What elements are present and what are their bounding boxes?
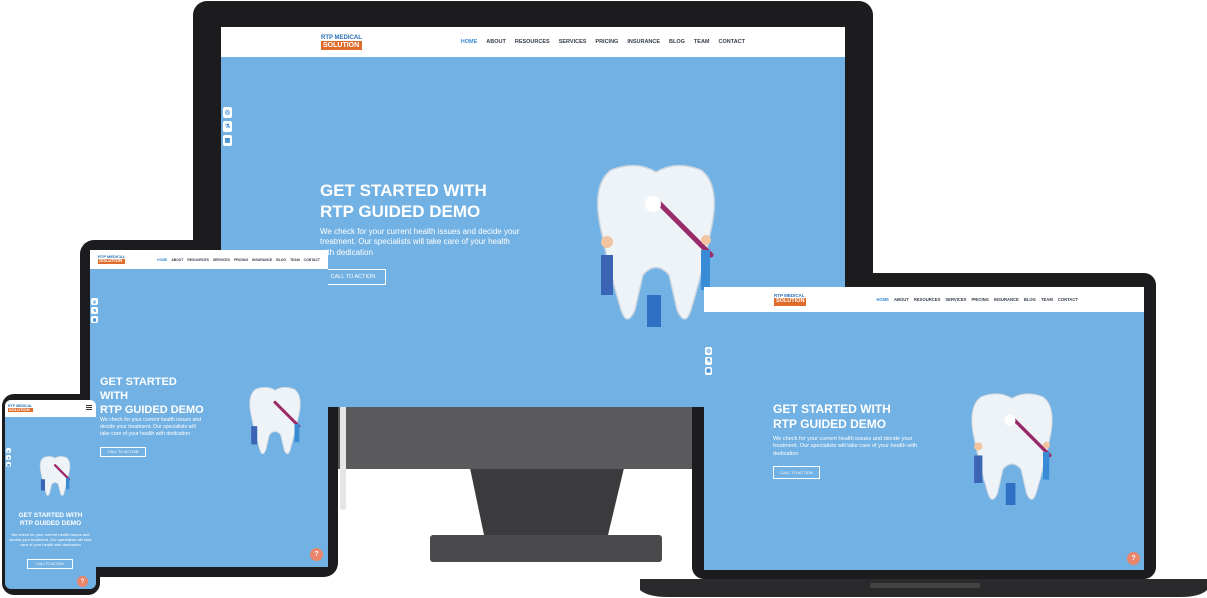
- calendar-icon[interactable]: ▦: [6, 462, 11, 467]
- flask-icon[interactable]: ⚗: [6, 455, 11, 460]
- desktop-side-icons: ◎ ⚗ ▦: [223, 107, 232, 146]
- nav-about[interactable]: ABOUT: [894, 297, 909, 302]
- tablet-hero-title: GET STARTED WITH RTP GUIDED DEMO: [100, 376, 204, 417]
- laptop-help-button[interactable]: ?: [1127, 552, 1140, 565]
- nav-home[interactable]: HOME: [461, 39, 478, 45]
- phone-help-button[interactable]: ?: [77, 576, 88, 587]
- nav-contact[interactable]: CONTACT: [304, 258, 320, 262]
- nav-contact[interactable]: CONTACT: [1058, 297, 1078, 302]
- phone-side-icons: ◎ ⚗ ▦: [6, 448, 11, 467]
- devices-mockup: RTP MEDICAL SOLUTION HOME ABOUT RESOURCE…: [0, 0, 1207, 598]
- nav-contact[interactable]: CONTACT: [719, 39, 745, 45]
- hero-title-line1: GET STARTED: [100, 376, 177, 388]
- laptop-tooth-illustration: [971, 393, 1053, 506]
- nav-about[interactable]: ABOUT: [486, 39, 506, 45]
- calendar-icon[interactable]: ▦: [91, 316, 98, 323]
- globe-icon[interactable]: ◎: [91, 298, 98, 305]
- calendar-icon[interactable]: ▦: [223, 135, 232, 146]
- tablet-logo[interactable]: RTP MEDICAL SOLUTION: [98, 255, 126, 264]
- laptop-cta-button[interactable]: CALL TO ACTION: [773, 466, 820, 479]
- nav-services[interactable]: SERVICES: [213, 258, 230, 262]
- tablet-nav: RTP MEDICAL SOLUTION HOME ABOUT RESOURCE…: [90, 250, 328, 269]
- nav-blog[interactable]: BLOG: [669, 39, 685, 45]
- laptop-menu: HOME ABOUT RESOURCES SERVICES PRICING IN…: [876, 297, 1078, 302]
- nav-blog[interactable]: BLOG: [1024, 297, 1036, 302]
- desktop-logo[interactable]: RTP MEDICAL SOLUTION: [321, 35, 362, 50]
- desktop-cta-button[interactable]: CALL TO ACTION: [320, 269, 386, 285]
- logo-bottom-text: SOLUTION: [8, 408, 33, 413]
- desktop-hero-text: We check for your current health issues …: [320, 227, 520, 257]
- nav-services[interactable]: SERVICES: [945, 297, 966, 302]
- logo-bottom-text: SOLUTION: [98, 259, 126, 264]
- nav-home[interactable]: HOME: [876, 297, 889, 302]
- laptop-hinge: [870, 583, 980, 588]
- hero-title-line2: RTP GUIDED DEMO: [320, 202, 481, 222]
- hero-title-line2: RTP GUIDED DEMO: [773, 417, 887, 431]
- phone-hero-title: GET STARTED WITH RTP GUIDED DEMO: [5, 512, 96, 528]
- tablet-help-button[interactable]: ?: [310, 548, 323, 561]
- desktop-hero-title: GET STARTED WITH RTP GUIDED DEMO: [320, 180, 487, 223]
- flask-icon[interactable]: ⚗: [223, 121, 232, 132]
- tablet-side-icons: ◎ ⚗ ▦: [91, 298, 98, 323]
- nav-pricing[interactable]: PRICING: [234, 258, 248, 262]
- globe-icon[interactable]: ◎: [705, 347, 712, 355]
- logo-bottom-text: SOLUTION: [321, 40, 362, 50]
- tablet-tooth-illustration: [249, 386, 301, 455]
- phone-cta-button[interactable]: CALL TO ACTION: [27, 559, 73, 569]
- nav-insurance[interactable]: INSURANCE: [627, 39, 660, 45]
- laptop-screen: RTP MEDICAL SOLUTION HOME ABOUT RESOURCE…: [704, 287, 1144, 570]
- logo-bottom-text: SOLUTION: [774, 298, 807, 306]
- globe-icon[interactable]: ◎: [223, 107, 232, 118]
- monitor-stand-base: [430, 535, 662, 562]
- nav-insurance[interactable]: INSURANCE: [994, 297, 1019, 302]
- nav-services[interactable]: SERVICES: [559, 39, 587, 45]
- nav-insurance[interactable]: INSURANCE: [252, 258, 272, 262]
- desktop-menu: HOME ABOUT RESOURCES SERVICES PRICING IN…: [461, 39, 745, 45]
- monitor-stand-neck: [470, 468, 624, 535]
- nav-resources[interactable]: RESOURCES: [914, 297, 941, 302]
- hero-title-line3: RTP GUIDED DEMO: [100, 403, 204, 416]
- laptop-nav: RTP MEDICAL SOLUTION HOME ABOUT RESOURCE…: [704, 287, 1144, 312]
- laptop-logo[interactable]: RTP MEDICAL SOLUTION: [774, 293, 807, 306]
- laptop-hero-title: GET STARTED WITH RTP GUIDED DEMO: [773, 402, 891, 432]
- hero-title-line2: RTP GUIDED DEMO: [19, 520, 82, 528]
- nav-resources[interactable]: RESOURCES: [187, 258, 208, 262]
- desktop-nav: RTP MEDICAL SOLUTION HOME ABOUT RESOURCE…: [221, 27, 845, 57]
- nav-home[interactable]: HOME: [157, 258, 167, 262]
- nav-team[interactable]: TEAM: [1041, 297, 1053, 302]
- phone-logo[interactable]: RTP MEDICAL SOLUTION: [8, 404, 33, 413]
- hero-title-line2: WITH: [100, 389, 129, 402]
- nav-pricing[interactable]: PRICING: [971, 297, 988, 302]
- phone-hero-text: We check for your current health issues …: [9, 532, 92, 548]
- menu-icon[interactable]: [86, 405, 92, 410]
- phone-nav: RTP MEDICAL SOLUTION: [5, 400, 96, 417]
- nav-team[interactable]: TEAM: [694, 39, 710, 45]
- globe-icon[interactable]: ◎: [6, 448, 11, 453]
- nav-resources[interactable]: RESOURCES: [515, 39, 550, 45]
- nav-pricing[interactable]: PRICING: [595, 39, 618, 45]
- tablet-hero-text: We check for your current health issues …: [100, 417, 202, 437]
- calendar-icon[interactable]: ▦: [705, 367, 712, 375]
- hero-title-line1: GET STARTED WITH: [320, 181, 487, 200]
- laptop-side-icons: ◎ ⚗ ▦: [705, 347, 712, 375]
- tablet-screen: RTP MEDICAL SOLUTION HOME ABOUT RESOURCE…: [90, 250, 328, 567]
- flask-icon[interactable]: ⚗: [91, 307, 98, 314]
- tablet-menu: HOME ABOUT RESOURCES SERVICES PRICING IN…: [157, 258, 320, 262]
- hero-title-line1: GET STARTED WITH: [773, 402, 891, 416]
- nav-blog[interactable]: BLOG: [276, 258, 286, 262]
- phone-screen: RTP MEDICAL SOLUTION ◎ ⚗ ▦ GET STARTED W…: [5, 400, 96, 589]
- nav-team[interactable]: TEAM: [290, 258, 300, 262]
- nav-about[interactable]: ABOUT: [171, 258, 183, 262]
- tablet-cta-button[interactable]: CALL TO ACTION: [100, 447, 146, 457]
- flask-icon[interactable]: ⚗: [705, 357, 712, 365]
- laptop-hero-text: We check for your current health issues …: [773, 436, 918, 457]
- phone-tooth-illustration: [39, 456, 71, 496]
- hero-title-line1: GET STARTED WITH: [18, 512, 83, 519]
